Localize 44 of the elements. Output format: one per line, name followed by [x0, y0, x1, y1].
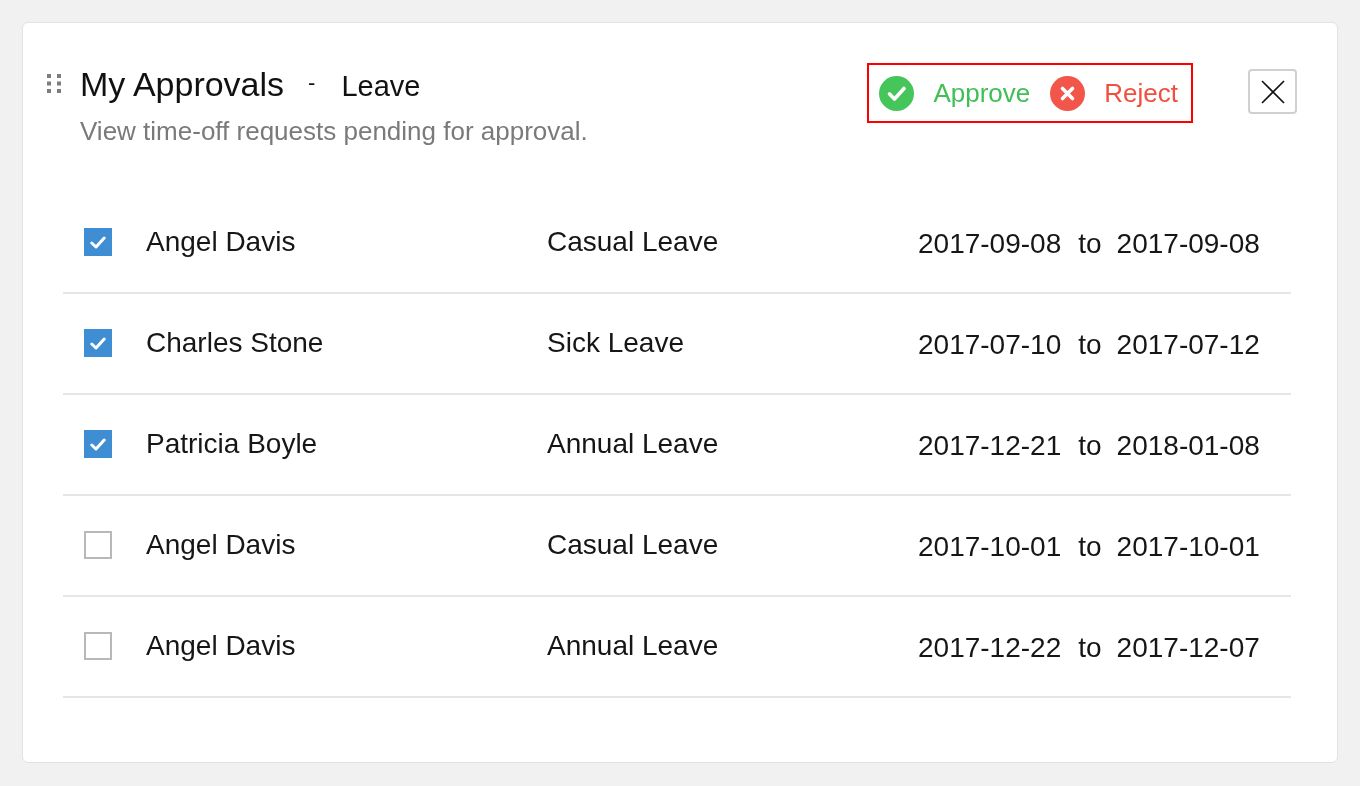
tick-icon — [90, 235, 106, 249]
leave-type: Annual Leave — [547, 427, 720, 461]
checkbox[interactable] — [84, 228, 112, 256]
tick-icon — [90, 336, 106, 350]
panel-title: My Approvals — [80, 64, 285, 105]
drag-handle-icon[interactable] — [47, 74, 61, 93]
employee-name: Angel Davis — [146, 629, 297, 663]
start-date: 2017-12-21 — [918, 429, 1062, 463]
end-date: 2018-01-08 — [1116, 429, 1260, 463]
employee-name: Angel Davis — [146, 225, 297, 259]
close-icon — [1260, 79, 1285, 104]
end-date: 2017-10-01 — [1116, 530, 1260, 564]
start-date: 2017-10-01 — [918, 530, 1062, 564]
check-icon — [879, 75, 915, 111]
date-connector: to — [1078, 429, 1102, 463]
panel-description: View time-off requests pending for approval. — [80, 114, 588, 147]
leave-type: Annual Leave — [547, 629, 720, 663]
tick-icon — [90, 437, 106, 451]
end-date: 2017-12-07 — [1116, 631, 1260, 665]
cross-icon — [1050, 75, 1086, 111]
leave-type: Casual Leave — [547, 528, 720, 562]
checkbox[interactable] — [84, 531, 112, 559]
checkbox[interactable] — [84, 430, 112, 458]
employee-name: Angel Davis — [146, 528, 297, 562]
approve-button[interactable]: Approve — [879, 73, 1031, 113]
checkbox[interactable] — [84, 329, 112, 357]
start-date: 2017-09-08 — [918, 227, 1062, 261]
date-connector: to — [1078, 631, 1102, 665]
employee-name: Patricia Boyle — [146, 427, 319, 461]
checkbox[interactable] — [84, 632, 112, 660]
title-separator: - — [308, 69, 316, 97]
leave-type: Sick Leave — [547, 326, 685, 360]
start-date: 2017-12-22 — [918, 631, 1062, 665]
panel-module: Leave — [341, 69, 421, 104]
end-date: 2017-09-08 — [1116, 227, 1260, 261]
date-connector: to — [1078, 227, 1102, 261]
start-date: 2017-07-10 — [918, 328, 1062, 362]
end-date: 2017-07-12 — [1116, 328, 1260, 362]
employee-name: Charles Stone — [146, 326, 325, 360]
date-connector: to — [1078, 328, 1102, 362]
close-button[interactable] — [1248, 69, 1297, 114]
date-connector: to — [1078, 530, 1102, 564]
leave-type: Casual Leave — [547, 225, 720, 259]
reject-button[interactable]: Reject — [1050, 73, 1178, 113]
